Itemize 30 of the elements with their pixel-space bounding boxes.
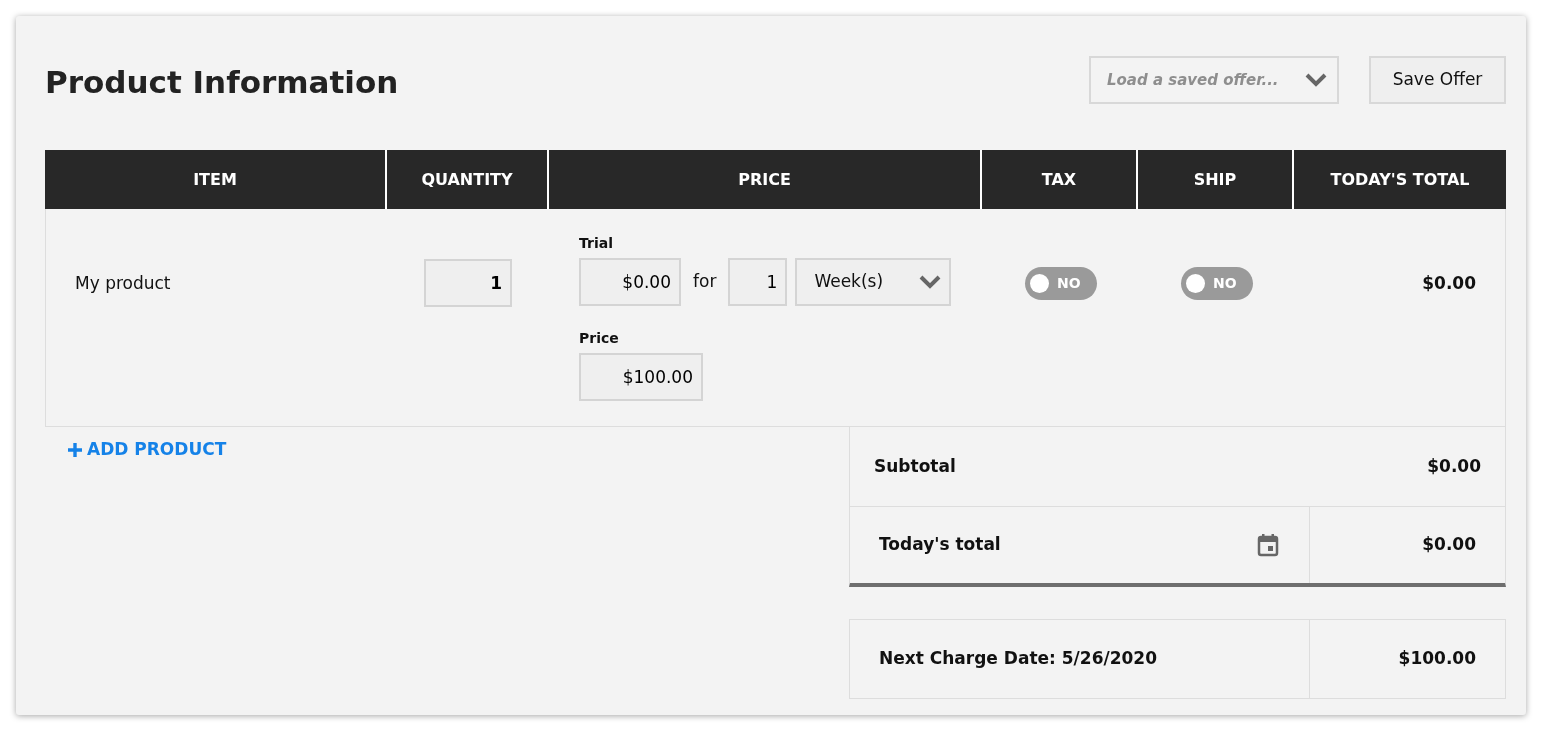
trial-length-field[interactable]: 1 [728, 258, 788, 306]
column-header: ITEM [45, 150, 387, 209]
column-header: PRICE [549, 150, 982, 209]
for-label: for [693, 270, 717, 294]
plus-icon [67, 441, 83, 458]
column-header: TODAY'S TOTAL [1294, 150, 1506, 209]
page-title: Product Information [45, 64, 399, 102]
summary-label: Next Charge Date: 5/26/2020 [879, 647, 1157, 671]
summary-value: $0.00 [1427, 454, 1481, 478]
save-offer-button[interactable]: Save Offer [1369, 56, 1506, 104]
field-label: Trial [579, 234, 614, 253]
summary-value: $100.00 [1398, 648, 1476, 669]
offer-select[interactable]: Load a saved offer... [1089, 56, 1339, 104]
field-label: Price [579, 329, 620, 348]
summary-label: Today's total [879, 533, 1001, 557]
chevron-down-icon [1305, 73, 1327, 87]
chevron-down-icon [919, 275, 942, 289]
column-header: SHIP [1138, 150, 1294, 209]
add-product-link[interactable]: ADD PRODUCT [67, 437, 227, 463]
trial-price-field[interactable]: $0.00 [579, 258, 681, 306]
unit-select[interactable]: Week(s) [795, 258, 952, 306]
row-total: $0.00 [1422, 273, 1476, 293]
calendar-icon [1257, 533, 1279, 557]
price-field[interactable]: $100.00 [579, 353, 703, 401]
summary-label: Subtotal [874, 454, 956, 478]
summary-value: $0.00 [1422, 534, 1476, 555]
quantity-field[interactable]: 1 [424, 259, 512, 307]
column-header: TAX [982, 150, 1138, 209]
product-name: My product [75, 273, 171, 293]
column-header: QUANTITY [387, 150, 549, 209]
